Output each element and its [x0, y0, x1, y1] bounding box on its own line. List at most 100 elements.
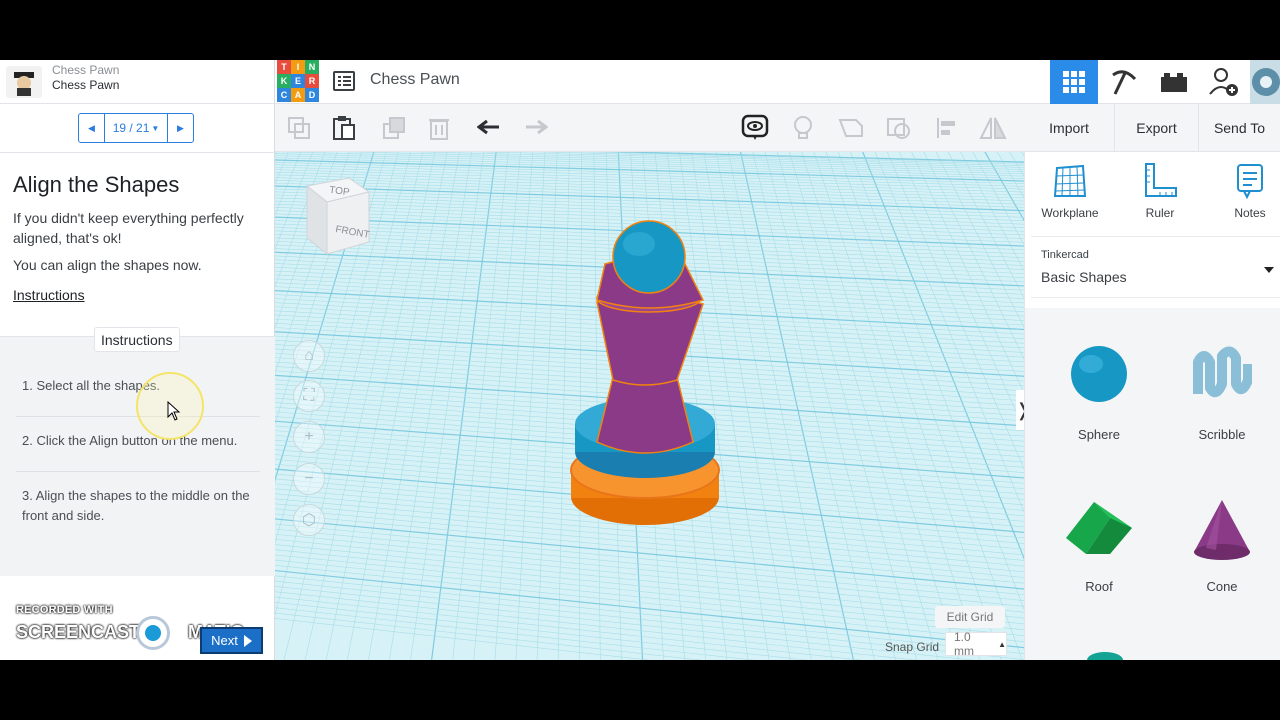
trash-icon: [429, 119, 449, 140]
note-button[interactable]: [837, 114, 865, 142]
cone-icon: [1194, 500, 1250, 560]
snap-grid-select[interactable]: 1.0 mm ▲: [945, 630, 1007, 658]
lesson-avatar: [6, 66, 42, 98]
copy-button[interactable]: [285, 114, 313, 142]
next-label: Next: [211, 633, 238, 648]
add-user-icon: [1209, 68, 1238, 96]
workplane-tool[interactable]: Workplane: [1030, 162, 1110, 220]
instruction-item: 2. Click the Align button on the menu.: [22, 433, 238, 448]
undo-button[interactable]: [475, 114, 503, 142]
group-button[interactable]: [885, 114, 913, 142]
chess-pawn-model[interactable]: [275, 152, 1024, 660]
shape-cone[interactable]: Cone: [1172, 498, 1272, 594]
shape-library-select[interactable]: Tinkercad Basic Shapes: [1031, 236, 1280, 298]
ruler-tool[interactable]: Ruler: [1120, 162, 1200, 220]
roof-icon: [1066, 502, 1132, 554]
library-source: Tinkercad: [1041, 249, 1089, 261]
note-shape-icon: [838, 119, 863, 137]
user-avatar[interactable]: [1250, 60, 1280, 104]
duplicate-icon: [383, 117, 405, 139]
shape-sphere[interactable]: Sphere: [1049, 344, 1149, 442]
logo-letter: D: [305, 88, 319, 102]
hints-button[interactable]: [789, 114, 817, 142]
logo-letter: I: [291, 60, 305, 74]
shape-scribble[interactable]: Scribble: [1172, 344, 1272, 442]
workplane-label: Workplane: [1041, 206, 1099, 220]
align-button[interactable]: [933, 114, 961, 142]
paste-button[interactable]: [330, 114, 358, 142]
workplane-icon: [1053, 164, 1087, 197]
arrow-right-icon: [243, 634, 252, 647]
screencast-logo-icon: [136, 616, 170, 650]
logo-letter: K: [277, 74, 291, 88]
logo-letter: C: [277, 88, 291, 102]
notes-tool[interactable]: Notes: [1210, 162, 1280, 220]
shape-roof[interactable]: Roof: [1049, 498, 1149, 594]
logo-letter: T: [277, 60, 291, 74]
caret-left-icon: ◀: [88, 122, 95, 133]
grid-icon: [1063, 71, 1085, 93]
mirror-button[interactable]: [979, 114, 1007, 142]
instructions-link[interactable]: Instructions: [13, 287, 85, 303]
import-button[interactable]: Import: [1024, 104, 1115, 152]
shapes-grid: Sphere Scribble Roof Cone: [1025, 308, 1280, 660]
pickaxe-icon: [1112, 70, 1137, 95]
snap-grid-label: Snap Grid: [885, 640, 940, 654]
step-text: If you didn't keep everything perfectly …: [13, 210, 244, 246]
shape-label: Cone: [1206, 579, 1238, 594]
next-shape-preview-icon: [1087, 652, 1123, 660]
sphere-icon: [1071, 346, 1127, 402]
caret-right-icon: ▶: [177, 122, 184, 133]
redo-icon: [526, 119, 548, 135]
workplane-viewport[interactable]: TOP FRONT ⌂ ⛶ + − ⬡ Edit Grid Snap Grid …: [275, 152, 1024, 660]
group-icon: [887, 118, 910, 139]
mouse-cursor-icon: [167, 401, 181, 421]
edit-toolbar: [275, 104, 1024, 152]
next-step-arrow-button[interactable]: ▶: [167, 114, 193, 142]
instructions-box: [0, 336, 275, 576]
step-title: Align the Shapes: [13, 172, 180, 197]
snap-grid-value: 1.0 mm: [954, 630, 974, 658]
logo-letter: R: [305, 74, 319, 88]
add-user-button[interactable]: [1200, 60, 1248, 104]
ruler-label: Ruler: [1145, 206, 1175, 220]
logo-letter: N: [305, 60, 319, 74]
delete-button[interactable]: [425, 114, 453, 142]
brick-icon: [1161, 73, 1187, 92]
previous-step-button[interactable]: ◀: [79, 114, 105, 142]
3d-design-view-button[interactable]: [1050, 60, 1098, 104]
notes-label: Notes: [1234, 206, 1266, 220]
lesson-header: Chess Pawn Chess Pawn: [0, 60, 275, 104]
logo-letter: E: [291, 74, 305, 88]
top-bar: T I N K E R C A D Chess Pawn: [275, 60, 1280, 104]
show-all-button[interactable]: [741, 114, 769, 142]
pickaxe-view-button[interactable]: [1100, 60, 1148, 104]
design-list-icon[interactable]: [333, 71, 355, 91]
divider: [16, 471, 260, 472]
instructions-tab: Instructions: [94, 327, 180, 352]
duplicate-button[interactable]: [380, 114, 408, 142]
step-pager: ◀ 19 / 21 ▼ ▶: [78, 113, 194, 143]
next-button[interactable]: Next: [200, 627, 263, 654]
shape-label: Roof: [1085, 579, 1113, 594]
logo-letter: A: [291, 88, 305, 102]
ruler-icon: [1145, 163, 1177, 197]
redo-button[interactable]: [522, 114, 550, 142]
export-button[interactable]: Export: [1115, 104, 1199, 152]
bricks-view-button[interactable]: [1150, 60, 1198, 104]
shape-label: Scribble: [1198, 427, 1246, 442]
tinkercad-logo[interactable]: T I N K E R C A D: [277, 60, 320, 103]
library-name: Basic Shapes: [1041, 269, 1127, 285]
step-counter-text: 19 / 21: [112, 121, 150, 135]
shape-label: Sphere: [1078, 427, 1120, 442]
file-actions: Import Export Send To: [1024, 104, 1280, 152]
lightbulb-icon: [794, 116, 812, 139]
design-title[interactable]: Chess Pawn: [370, 71, 460, 89]
send-to-button[interactable]: Send To: [1199, 104, 1280, 152]
instruction-item: 3. Align the shapes to the middle on the…: [22, 488, 250, 523]
step-counter-dropdown[interactable]: 19 / 21 ▼: [105, 114, 167, 142]
watermark-brand: SCREENCAST: [16, 622, 141, 642]
edit-grid-button[interactable]: Edit Grid: [935, 606, 1005, 628]
divider: [0, 152, 275, 153]
caret-down-icon: ▼: [151, 123, 160, 133]
